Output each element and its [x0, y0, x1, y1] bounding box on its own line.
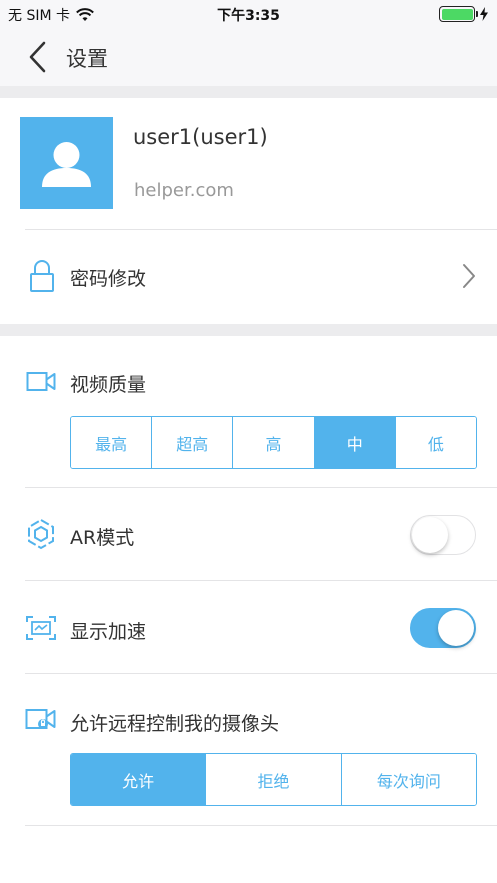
password-change-label: 密码修改	[70, 268, 147, 290]
ar-mode-toggle[interactable]	[410, 515, 476, 555]
profile-card: user1(user1) helper.com 密码修改	[0, 98, 497, 324]
quality-option-high[interactable]: 高	[233, 417, 315, 468]
section-separator	[0, 324, 497, 336]
chevron-left-icon	[29, 41, 46, 73]
divider	[25, 487, 497, 488]
remote-option-ask-every-time[interactable]: 每次询问	[341, 754, 476, 805]
chevron-right-icon	[463, 264, 475, 288]
section-separator	[0, 86, 497, 98]
divider	[25, 825, 497, 826]
remote-camera-selector: 允许 拒绝 每次询问	[70, 753, 477, 806]
video-quality-selector: 最高 超高 高 中 低	[70, 416, 477, 469]
quality-option-low[interactable]: 低	[395, 417, 476, 468]
status-bar: 无 SIM 卡 下午3:35	[0, 0, 497, 28]
remote-option-deny[interactable]: 拒绝	[206, 754, 342, 805]
avatar	[20, 117, 113, 209]
quality-option-ultra[interactable]: 超高	[152, 417, 234, 468]
username: user1(user1)	[133, 125, 268, 149]
remote-option-allow[interactable]: 允许	[71, 754, 207, 805]
divider	[25, 673, 497, 674]
toggle-knob	[412, 517, 448, 553]
back-button[interactable]	[24, 40, 54, 74]
charging-bolt-icon	[480, 7, 488, 21]
user-icon	[42, 142, 91, 187]
clock: 下午3:35	[217, 8, 280, 24]
video-quality-label: 视频质量	[70, 374, 147, 396]
video-camera-icon	[26, 372, 56, 391]
display-accel-toggle[interactable]	[410, 608, 476, 648]
ar-mode-label: AR模式	[70, 527, 135, 549]
ar-hexagon-icon	[28, 518, 54, 550]
divider	[25, 580, 497, 581]
password-change-row[interactable]: 密码修改	[0, 229, 497, 324]
toggle-knob	[438, 610, 474, 646]
settings-card: 视频质量 最高 超高 高 中 低 AR模式 显示加速 允许远程控制我的摄像头 允…	[0, 336, 497, 883]
nav-bar: 设置	[0, 28, 497, 86]
quality-option-highest[interactable]: 最高	[71, 417, 153, 468]
remote-camera-label: 允许远程控制我的摄像头	[70, 713, 280, 735]
domain-label: helper.com	[134, 180, 234, 201]
status-right	[439, 6, 489, 22]
page-title: 设置	[66, 47, 108, 71]
screen-accelerate-icon	[26, 616, 56, 640]
remote-camera-icon	[25, 709, 56, 729]
display-accel-label: 显示加速	[70, 621, 147, 643]
quality-option-medium[interactable]: 中	[314, 417, 396, 468]
lock-icon	[30, 260, 54, 292]
battery-icon	[439, 6, 478, 22]
